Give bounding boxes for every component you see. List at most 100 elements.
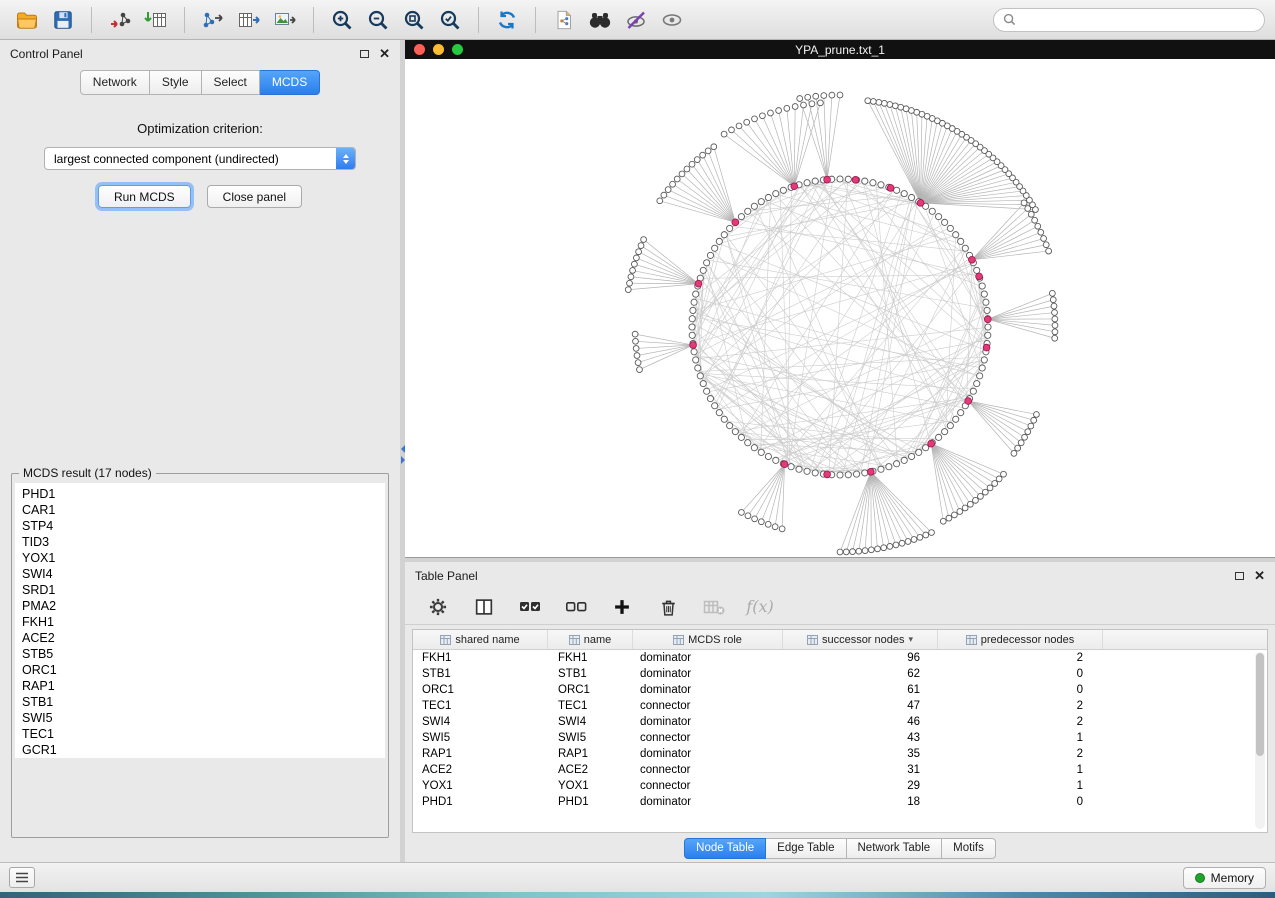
table-cell[interactable]: RAP1: [413, 746, 548, 762]
mcds-result-item[interactable]: TEC1: [22, 726, 385, 742]
column-header[interactable]: shared name: [413, 630, 548, 649]
table-cell[interactable]: 0: [938, 682, 1103, 698]
delete-column-button[interactable]: [655, 594, 681, 620]
zoom-out-button[interactable]: [361, 4, 395, 36]
table-cell[interactable]: 61: [783, 682, 938, 698]
table-cell[interactable]: FKH1: [548, 650, 633, 666]
table-cell[interactable]: ACE2: [413, 762, 548, 778]
minimize-window-icon[interactable]: [433, 44, 444, 55]
hide-details-button[interactable]: [619, 4, 653, 36]
deselect-all-rows-button[interactable]: [563, 594, 589, 620]
mcds-result-item[interactable]: FKH1: [22, 614, 385, 630]
show-columns-button[interactable]: [471, 594, 497, 620]
table-cell[interactable]: 31: [783, 762, 938, 778]
splitter-collapse-icon[interactable]: [400, 445, 405, 464]
close-panel-icon[interactable]: ✕: [379, 47, 390, 60]
table-cell[interactable]: ORC1: [413, 682, 548, 698]
maximize-window-icon[interactable]: [452, 44, 463, 55]
table-cell[interactable]: ACE2: [548, 762, 633, 778]
mcds-result-item[interactable]: ORC1: [22, 662, 385, 678]
table-cell[interactable]: 62: [783, 666, 938, 682]
table-row[interactable]: ORC1ORC1dominator610: [413, 682, 1267, 698]
tab-network[interactable]: Network: [80, 70, 150, 95]
tab-select[interactable]: Select: [202, 70, 260, 95]
mcds-result-item[interactable]: STB1: [22, 694, 385, 710]
mcds-result-item[interactable]: STP4: [22, 518, 385, 534]
tab-network-table[interactable]: Network Table: [847, 838, 943, 859]
float-table-panel-icon[interactable]: [1235, 572, 1244, 580]
mcds-result-item[interactable]: PMA2: [22, 598, 385, 614]
network-search-box[interactable]: [993, 8, 1265, 32]
save-session-button[interactable]: [46, 4, 80, 36]
mcds-result-item[interactable]: ACE2: [22, 630, 385, 646]
table-cell[interactable]: dominator: [633, 666, 783, 682]
table-cell[interactable]: 2: [938, 698, 1103, 714]
table-cell[interactable]: 29: [783, 778, 938, 794]
column-header[interactable]: successor nodes▾: [783, 630, 938, 649]
table-settings-button[interactable]: [425, 594, 451, 620]
table-cell[interactable]: 18: [783, 794, 938, 810]
table-cell[interactable]: 0: [938, 794, 1103, 810]
scrollbar-thumb[interactable]: [1256, 653, 1264, 756]
float-panel-icon[interactable]: [360, 50, 369, 58]
column-header[interactable]: MCDS role: [633, 630, 783, 649]
table-cell[interactable]: dominator: [633, 650, 783, 666]
vertical-splitter[interactable]: [400, 40, 405, 862]
table-cell[interactable]: YOX1: [413, 778, 548, 794]
network-canvas[interactable]: [405, 59, 1275, 557]
table-row[interactable]: SWI4SWI4dominator462: [413, 714, 1267, 730]
mcds-result-item[interactable]: CAR1: [22, 502, 385, 518]
table-cell[interactable]: connector: [633, 778, 783, 794]
table-cell[interactable]: 2: [938, 650, 1103, 666]
close-table-panel-icon[interactable]: ✕: [1254, 569, 1265, 582]
table-cell[interactable]: YOX1: [548, 778, 633, 794]
mcds-result-item[interactable]: SWI4: [22, 566, 385, 582]
add-column-button[interactable]: [609, 594, 635, 620]
function-builder-button[interactable]: f(x): [747, 594, 773, 620]
table-cell[interactable]: 96: [783, 650, 938, 666]
table-row[interactable]: TEC1TEC1connector472: [413, 698, 1267, 714]
search-network-button[interactable]: [583, 4, 617, 36]
table-cell[interactable]: SWI5: [413, 730, 548, 746]
table-row[interactable]: RAP1RAP1dominator352: [413, 746, 1267, 762]
mcds-result-item[interactable]: PHD1: [22, 486, 385, 502]
table-scrollbar[interactable]: [1255, 652, 1265, 829]
search-input[interactable]: [1022, 13, 1255, 27]
mcds-result-list[interactable]: PHD1CAR1STP4TID3YOX1SWI4SRD1PMA2FKH1ACE2…: [15, 483, 385, 758]
mcds-result-item[interactable]: STB5: [22, 646, 385, 662]
tab-style[interactable]: Style: [150, 70, 202, 95]
import-network-button[interactable]: [103, 4, 137, 36]
close-panel-button[interactable]: Close panel: [207, 185, 302, 208]
tab-motifs[interactable]: Motifs: [942, 838, 996, 859]
table-cell[interactable]: connector: [633, 730, 783, 746]
table-cell[interactable]: PHD1: [548, 794, 633, 810]
table-cell[interactable]: 1: [938, 778, 1103, 794]
sort-menu-icon[interactable]: ▾: [909, 634, 914, 645]
table-cell[interactable]: dominator: [633, 714, 783, 730]
table-row[interactable]: ACE2ACE2connector311: [413, 762, 1267, 778]
mcds-result-item[interactable]: RAP1: [22, 678, 385, 694]
refresh-button[interactable]: [490, 4, 524, 36]
run-mcds-button[interactable]: Run MCDS: [98, 185, 191, 208]
criterion-select[interactable]: largest connected component (undirected): [44, 147, 356, 170]
show-task-history-button[interactable]: [9, 867, 35, 888]
import-table-button[interactable]: [139, 4, 173, 36]
mcds-result-item[interactable]: GCR1: [22, 742, 385, 758]
export-table-button[interactable]: [232, 4, 266, 36]
table-cell[interactable]: dominator: [633, 682, 783, 698]
tab-edge-table[interactable]: Edge Table: [766, 838, 846, 859]
tab-mcds[interactable]: MCDS: [260, 70, 320, 95]
mcds-result-item[interactable]: SWI5: [22, 710, 385, 726]
table-cell[interactable]: 47: [783, 698, 938, 714]
mcds-result-item[interactable]: SRD1: [22, 582, 385, 598]
close-window-icon[interactable]: [414, 44, 425, 55]
select-all-rows-button[interactable]: [517, 594, 543, 620]
table-cell[interactable]: STB1: [413, 666, 548, 682]
export-image-button[interactable]: [268, 4, 302, 36]
table-cell[interactable]: SWI4: [548, 714, 633, 730]
zoom-in-button[interactable]: [325, 4, 359, 36]
table-cell[interactable]: connector: [633, 698, 783, 714]
clear-table-button[interactable]: [701, 594, 727, 620]
mcds-result-item[interactable]: TID3: [22, 534, 385, 550]
table-cell[interactable]: TEC1: [413, 698, 548, 714]
